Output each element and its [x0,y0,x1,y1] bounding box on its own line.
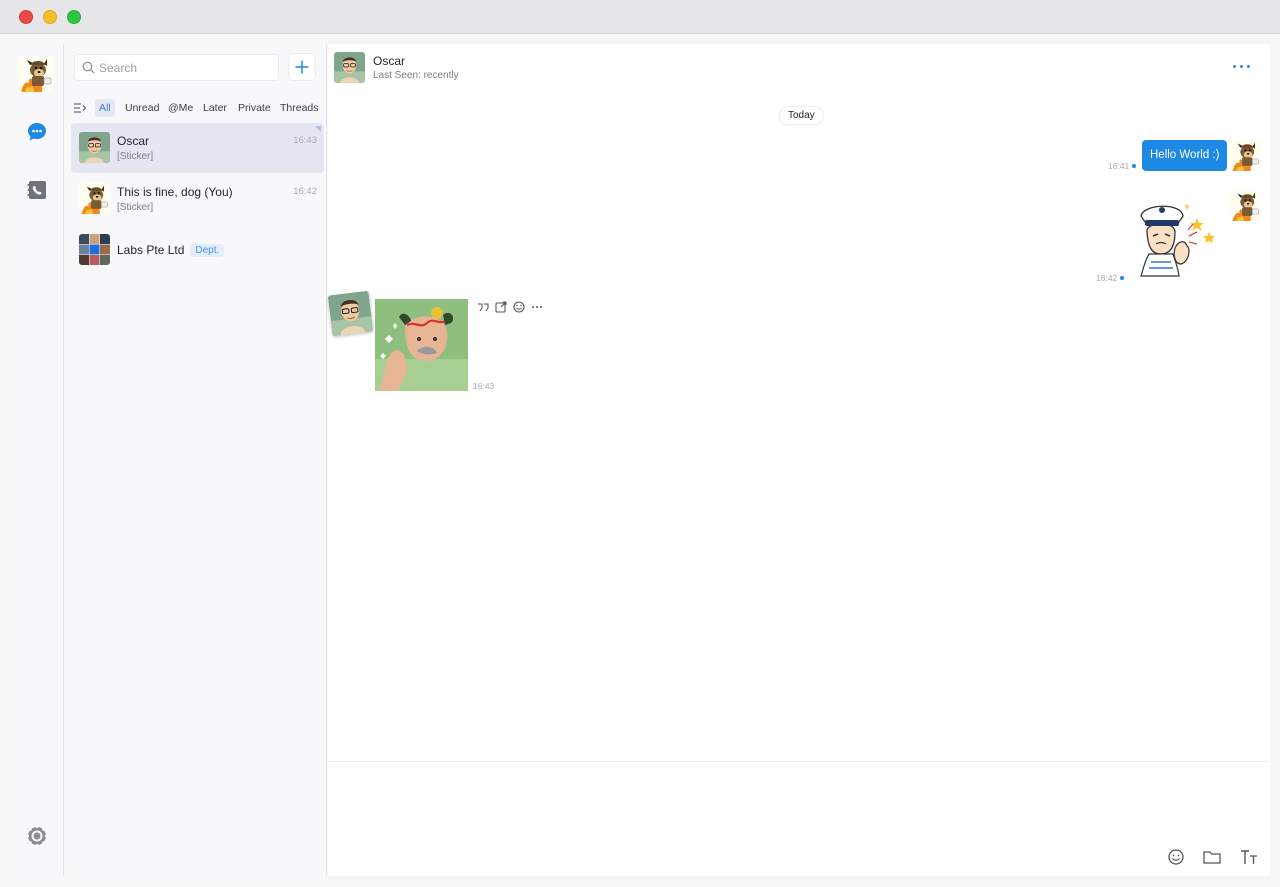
filter-tab-all[interactable]: All [95,99,115,117]
filter-tab-later[interactable]: Later [199,99,231,117]
avatar [79,132,110,163]
conversation-name: Oscar [117,134,150,148]
sailor-sticker[interactable] [1131,196,1223,278]
conversation-name: Labs Pte Ltd Dept. [117,243,225,257]
filter-tab-private[interactable]: Private [234,99,275,117]
new-chat-button[interactable] [288,53,316,81]
avatar [79,183,110,214]
navigation-rail [10,44,64,876]
outgoing-message-bubble[interactable]: Hello World :) [1142,140,1228,171]
message-time: 16:41 [1108,161,1130,171]
conversation-list-panel: All Unread @Me Later Private Threads Osc… [65,44,327,876]
search-box[interactable] [74,54,279,81]
message-time: 16:43 [473,381,495,391]
search-input[interactable] [99,59,274,77]
read-receipt-dot [1120,276,1124,280]
chat-status: Last Seen: recently [373,70,459,81]
chat-header: Oscar Last Seen: recently [328,44,1270,90]
conversation-preview: [Sticker] [117,151,154,162]
title-bar [0,0,1280,34]
search-icon [82,61,95,74]
filter-tabs: All Unread @Me Later Private Threads [73,99,323,117]
chat-title[interactable]: Oscar [373,54,405,68]
settings-gear-icon[interactable] [25,824,49,848]
zoom-window-button[interactable] [67,10,81,24]
plus-icon [295,60,309,74]
message-time: 16:42 [1096,273,1118,283]
filter-tab-mentions[interactable]: @Me [164,99,197,117]
react-icon[interactable] [512,300,526,314]
conversation-item-self[interactable]: This is fine, dog (You) [Sticker] 16:42 [71,174,324,224]
composer-divider [328,761,1270,762]
conversation-preview: [Sticker] [117,202,154,213]
collapse-filter-icon[interactable] [73,101,87,115]
dept-badge: Dept. [190,244,225,257]
contact-avatar[interactable] [328,291,374,337]
baby-sticker[interactable] [375,299,468,391]
folder-icon[interactable] [1202,848,1222,866]
my-avatar[interactable] [18,56,54,92]
minimize-window-button[interactable] [43,10,57,24]
sender-avatar[interactable] [1230,190,1261,221]
chat-pane: Oscar Last Seen: recently Today Hello Wo… [328,44,1270,876]
forward-icon[interactable] [494,300,508,314]
sender-avatar[interactable] [1230,140,1261,171]
conversation-item-labs[interactable]: Labs Pte Ltd Dept. [71,225,324,275]
contacts-icon[interactable] [25,178,49,202]
chat-more-button[interactable] [1230,58,1254,74]
filter-tab-unread[interactable]: Unread [121,99,163,117]
app-window: All Unread @Me Later Private Threads Osc… [0,0,1280,887]
group-avatar [79,234,110,265]
chat-bubble-icon[interactable] [25,120,49,144]
chat-avatar[interactable] [334,52,365,83]
reply-quote-icon[interactable] [476,300,490,314]
emoji-icon[interactable] [1166,848,1186,866]
read-receipt-dot [1132,164,1136,168]
conversation-name: This is fine, dog (You) [117,185,233,199]
filter-tab-threads[interactable]: Threads [276,99,323,117]
conversation-time: 16:43 [293,135,317,146]
conversation-item-oscar[interactable]: Oscar [Sticker] 16:43 [71,123,324,173]
message-action-bar [474,300,548,314]
conversation-time: 16:42 [293,186,317,197]
pinned-corner-marker [315,126,321,132]
date-divider: Today [779,106,824,125]
text-format-icon[interactable] [1239,848,1259,866]
more-icon[interactable] [530,300,544,314]
close-window-button[interactable] [19,10,33,24]
